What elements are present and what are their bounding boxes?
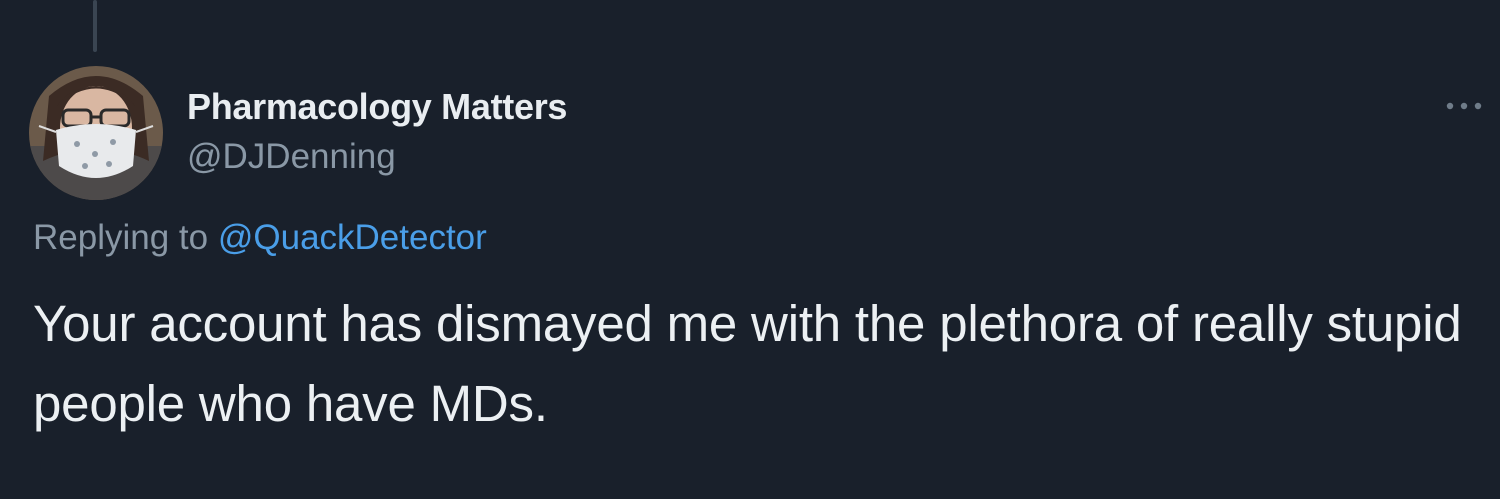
- avatar[interactable]: [29, 66, 163, 200]
- more-options-button[interactable]: [1444, 94, 1484, 118]
- tweet-card[interactable]: Pharmacology Matters @DJDenning Replying…: [0, 0, 1500, 499]
- author-handle[interactable]: @DJDenning: [187, 137, 396, 177]
- replying-to-line: Replying to @QuackDetector: [33, 218, 487, 258]
- avatar-photo-icon: [29, 66, 163, 200]
- author-display-name[interactable]: Pharmacology Matters: [187, 86, 567, 128]
- thread-connector-line: [93, 0, 97, 52]
- more-horizontal-icon: [1446, 102, 1482, 110]
- tweet-text: Your account has dismayed me with the pl…: [33, 295, 1462, 432]
- reply-target-link[interactable]: @QuackDetector: [218, 218, 487, 257]
- replying-to-label: Replying to: [33, 218, 209, 257]
